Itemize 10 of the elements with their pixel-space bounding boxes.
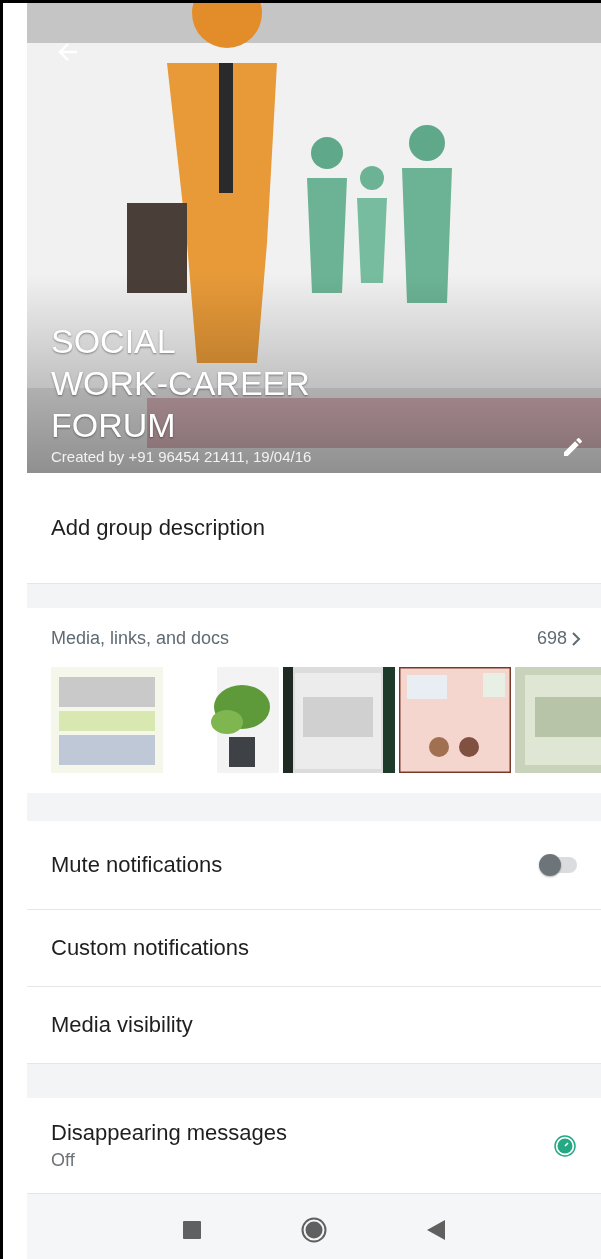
chevron-right-icon	[571, 630, 581, 647]
created-by-text: Created by +91 96454 21411, 19/04/16	[51, 448, 313, 465]
media-count-link[interactable]: 698	[536, 628, 581, 649]
home-icon[interactable]	[301, 1217, 327, 1243]
timer-icon	[553, 1133, 577, 1158]
media-section-title: Media, links, and docs	[51, 628, 230, 649]
mute-toggle[interactable]	[541, 857, 577, 873]
group-name: SOCIAL WORK-CAREER FORUM	[51, 321, 311, 446]
back-icon[interactable]	[427, 1220, 445, 1240]
pencil-icon[interactable]	[561, 435, 585, 459]
